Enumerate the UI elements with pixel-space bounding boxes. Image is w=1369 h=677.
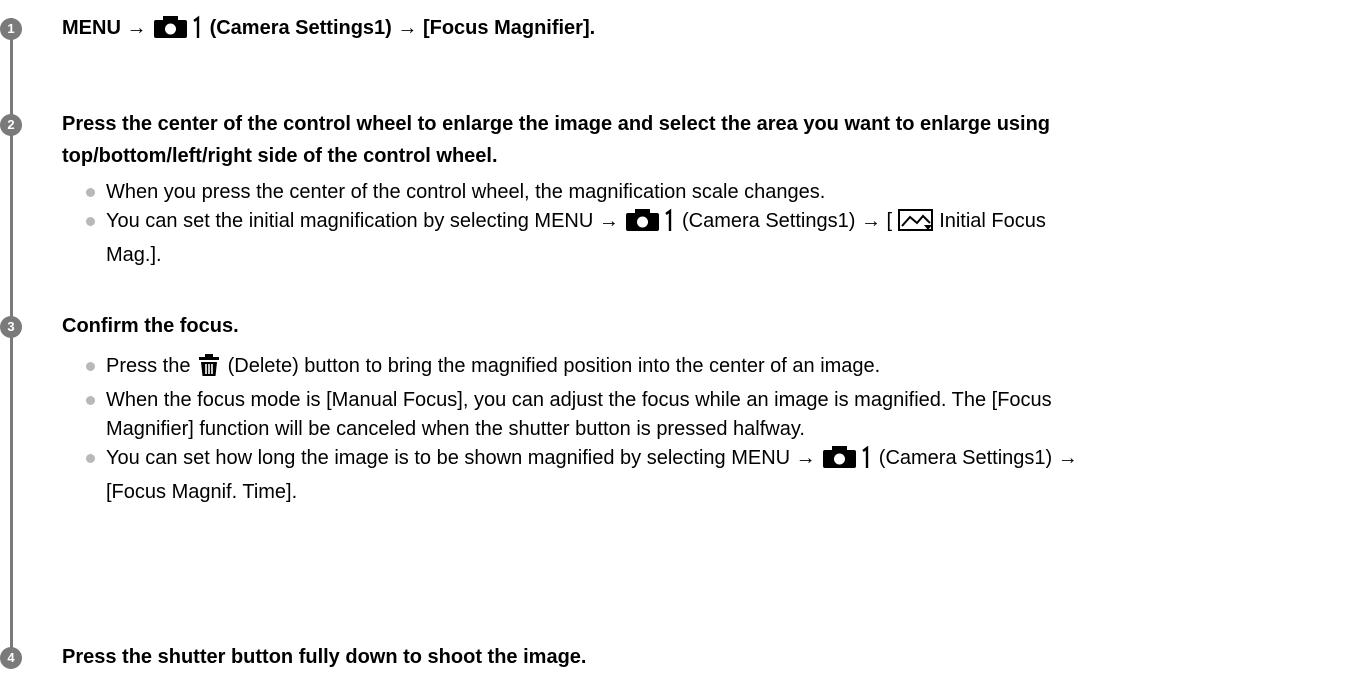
camera-settings-1-icon bbox=[821, 445, 873, 478]
bullet-list: When you press the center of the control… bbox=[86, 178, 1361, 270]
step-title: Confirm the focus. bbox=[62, 315, 239, 337]
list-item-text: [Focus Magnif. Time]. bbox=[106, 481, 298, 503]
camera-settings-1-icon bbox=[624, 208, 676, 241]
list-item-text: Magnifier] function will be canceled whe… bbox=[106, 418, 805, 440]
bullet-dot-icon bbox=[86, 362, 95, 371]
step-title: Press the center of the control wheel to… bbox=[62, 108, 1357, 172]
list-item: You can set the initial magnification by… bbox=[86, 207, 1361, 270]
list-item-text: When the focus mode is [Manual Focus], y… bbox=[106, 389, 1052, 411]
step-title-line: Press the center of the control wheel to… bbox=[62, 113, 1051, 135]
step-title-text: MENU → bbox=[62, 17, 152, 39]
list-item: Press the (Delete) button to bring the m… bbox=[86, 352, 1361, 386]
step-title: MENU → (Camera Settings1) → [Focus Magni… bbox=[62, 12, 1357, 49]
step-number-badge: 1 bbox=[0, 18, 22, 40]
delete-trash-icon bbox=[196, 353, 222, 386]
list-item-text: Initial Focus bbox=[939, 210, 1046, 232]
step-number-badge: 4 bbox=[0, 647, 22, 669]
list-item-text: (Delete) button to bring the magnified p… bbox=[227, 355, 881, 377]
step-number-badge: 3 bbox=[0, 316, 22, 338]
camera-settings-1-icon bbox=[152, 15, 204, 49]
list-item: When the focus mode is [Manual Focus], y… bbox=[86, 386, 1361, 444]
list-item-text: Mag.]. bbox=[106, 244, 162, 266]
bullet-dot-icon bbox=[86, 188, 95, 197]
step-number-badge: 2 bbox=[0, 114, 22, 136]
list-item-text: Press the bbox=[106, 355, 197, 377]
list-item-text: (Camera Settings1) → bbox=[878, 447, 1078, 469]
list-item-text: You can set how long the image is to be … bbox=[106, 447, 822, 469]
bullet-dot-icon bbox=[86, 217, 95, 226]
list-item: When you press the center of the control… bbox=[86, 178, 1361, 207]
step-title-line: top/bottom/left/right side of the contro… bbox=[62, 145, 498, 167]
list-item-text: (Camera Settings1) → [ bbox=[681, 210, 893, 232]
bullet-dot-icon bbox=[86, 454, 95, 463]
list-item-text: When you press the center of the control… bbox=[106, 181, 826, 203]
bullet-dot-icon bbox=[86, 396, 95, 405]
initial-focus-mag-icon bbox=[897, 208, 934, 241]
step-title: Press the shutter button fully down to s… bbox=[62, 646, 587, 668]
list-item: You can set how long the image is to be … bbox=[86, 444, 1361, 507]
bullet-list: Press the (Delete) button to bring the m… bbox=[86, 352, 1361, 507]
list-item-text: You can set the initial magnification by… bbox=[106, 210, 625, 232]
step-title-text: (Camera Settings1) → [Focus Magnifier]. bbox=[209, 17, 596, 39]
